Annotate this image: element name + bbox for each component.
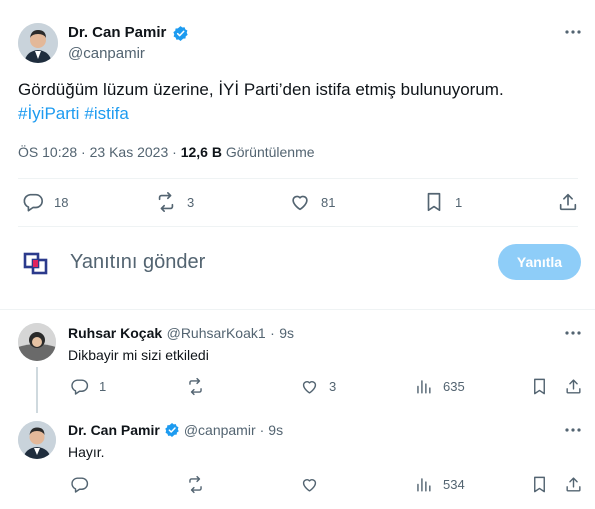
reply-button[interactable] (70, 475, 99, 494)
like-button[interactable]: 81 (289, 191, 335, 213)
author-avatar[interactable] (18, 23, 58, 63)
views-count: 635 (443, 379, 465, 394)
reply-author-handle[interactable]: @canpamir (184, 422, 256, 438)
reply-author-name[interactable]: Dr. Can Pamir (68, 422, 160, 438)
reply-icon (23, 193, 43, 212)
bookmark-count: 1 (455, 194, 463, 210)
reply-time[interactable]: 9s (268, 422, 283, 438)
share-icon[interactable] (564, 475, 583, 494)
reply-time[interactable]: 9s (279, 325, 294, 341)
repost-count: 3 (187, 194, 195, 210)
share-icon[interactable] (564, 377, 583, 396)
reply-count: 1 (99, 379, 107, 394)
repost-button[interactable] (186, 475, 215, 494)
meta-separator: · (81, 144, 86, 160)
like-button[interactable]: 3 (300, 377, 336, 396)
reply-text: Dikbayir mi sizi etkiledi (68, 347, 209, 363)
views-label: Görüntülenme (225, 144, 315, 160)
views-count: 12,6 B (180, 144, 222, 160)
reply-header: Dr. Can Pamir @canpamir · 9s (68, 422, 283, 438)
logo-icon (22, 249, 50, 277)
hashtag-link[interactable]: #istifa (84, 104, 128, 123)
more-icon[interactable] (564, 28, 582, 36)
author-handle[interactable]: @canpamir (68, 45, 145, 62)
hashtag-link[interactable]: #İyiParti (18, 104, 79, 123)
bookmark-button[interactable]: 1 (423, 191, 462, 213)
views-button[interactable]: 534 (414, 475, 465, 494)
reply-header: Ruhsar Koçak @RuhsarKoak1 · 9s (68, 325, 294, 343)
views-button[interactable]: 635 (414, 377, 465, 396)
reply-author-name[interactable]: Ruhsar Koçak (68, 325, 162, 341)
views-icon (417, 478, 431, 492)
reply-button[interactable]: 18 (22, 191, 68, 213)
views-count: 534 (443, 477, 465, 492)
thread-line (36, 367, 38, 413)
tweet-hashtags: #İyiParti #istifa (18, 102, 134, 126)
reply-avatar[interactable] (18, 421, 56, 459)
reply-submit-button[interactable]: Yanıtla (498, 244, 581, 280)
verified-badge-icon (172, 25, 189, 42)
reply-input[interactable]: Yanıtını gönder (70, 251, 205, 274)
reply-text: Hayır. (68, 444, 105, 460)
reply-author-handle[interactable]: @RuhsarKoak1 (167, 325, 266, 341)
verified-badge-icon (165, 423, 179, 437)
bookmark-icon[interactable] (530, 377, 549, 396)
bookmark-icon[interactable] (530, 475, 549, 494)
reply-icon (71, 379, 89, 395)
author-name[interactable]: Dr. Can Pamir (68, 24, 166, 41)
divider (18, 226, 578, 227)
tweet-time[interactable]: ÖS 10:28 (18, 144, 77, 160)
views-icon (417, 380, 431, 394)
meta-separator: · (270, 325, 275, 341)
repost-icon (189, 377, 202, 396)
reply-avatar[interactable] (18, 323, 56, 361)
repost-button[interactable] (186, 377, 215, 396)
meta-separator: · (172, 144, 177, 160)
tweet-text: Gördüğüm lüzum üzerine, İYİ Parti’den is… (18, 80, 504, 99)
repost-button[interactable]: 3 (155, 191, 194, 213)
reply-button[interactable]: 1 (70, 377, 106, 396)
reply-icon (71, 477, 89, 493)
tweet-date[interactable]: 23 Kas 2023 (90, 144, 169, 160)
like-button[interactable] (300, 475, 329, 494)
share-icon[interactable] (557, 191, 579, 213)
divider (18, 178, 578, 179)
like-icon (292, 195, 308, 211)
like-icon (302, 381, 317, 394)
more-icon[interactable] (564, 426, 582, 434)
more-icon[interactable] (564, 329, 582, 337)
bookmark-icon (427, 192, 441, 212)
like-count: 3 (329, 379, 337, 394)
repost-icon (189, 475, 202, 494)
repost-icon (158, 192, 174, 212)
meta-separator: · (259, 422, 265, 438)
like-count: 81 (321, 194, 336, 210)
tweet-meta: ÖS 10:28 · 23 Kas 2023 · 12,6 B Görüntül… (18, 144, 315, 160)
divider (0, 309, 595, 310)
reply-count: 18 (54, 194, 69, 210)
like-icon (302, 479, 317, 492)
